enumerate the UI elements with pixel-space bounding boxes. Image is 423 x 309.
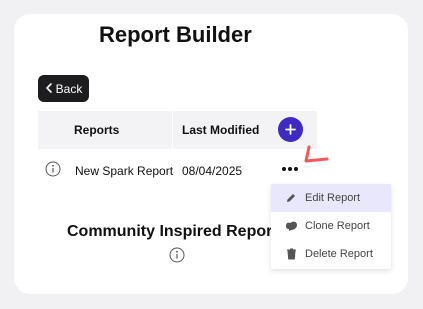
report-name[interactable]: New Spark Report (75, 164, 173, 178)
back-button[interactable]: Back (38, 75, 89, 102)
chevron-left-icon (45, 82, 53, 95)
app-frame: Report Builder Back Reports Last Modifie… (0, 0, 423, 309)
more-dot (288, 167, 292, 171)
plus-icon (285, 124, 296, 135)
more-options-button[interactable] (282, 165, 298, 173)
community-info-icon[interactable] (169, 247, 185, 263)
more-dot (294, 167, 298, 171)
menu-item-edit-report[interactable]: Edit Report (271, 184, 391, 212)
pencil-icon (284, 191, 298, 205)
add-report-button[interactable] (278, 117, 303, 142)
more-dot (282, 167, 286, 171)
page-title: Report Builder (99, 22, 252, 47)
report-context-menu: Edit Report Clone Report Delete Report (271, 184, 391, 269)
back-button-label: Back (55, 81, 83, 96)
report-last-modified: 08/04/2025 (182, 164, 243, 178)
menu-item-label: Clone Report (305, 220, 370, 232)
column-header-last-modified[interactable]: Last Modified (182, 123, 259, 137)
menu-item-label: Delete Report (305, 248, 373, 260)
column-header-reports[interactable]: Reports (74, 123, 119, 137)
column-divider (172, 111, 173, 149)
menu-item-label: Edit Report (305, 192, 361, 204)
info-icon[interactable] (45, 161, 61, 177)
annotation-arrow-icon (304, 145, 329, 163)
community-reports-heading: Community Inspired Reports (67, 223, 277, 240)
clone-icon (284, 219, 298, 233)
menu-item-clone-report[interactable]: Clone Report (271, 212, 391, 240)
menu-item-delete-report[interactable]: Delete Report (271, 240, 391, 268)
trash-icon (284, 247, 298, 261)
table-header: Reports Last Modified (38, 111, 317, 149)
